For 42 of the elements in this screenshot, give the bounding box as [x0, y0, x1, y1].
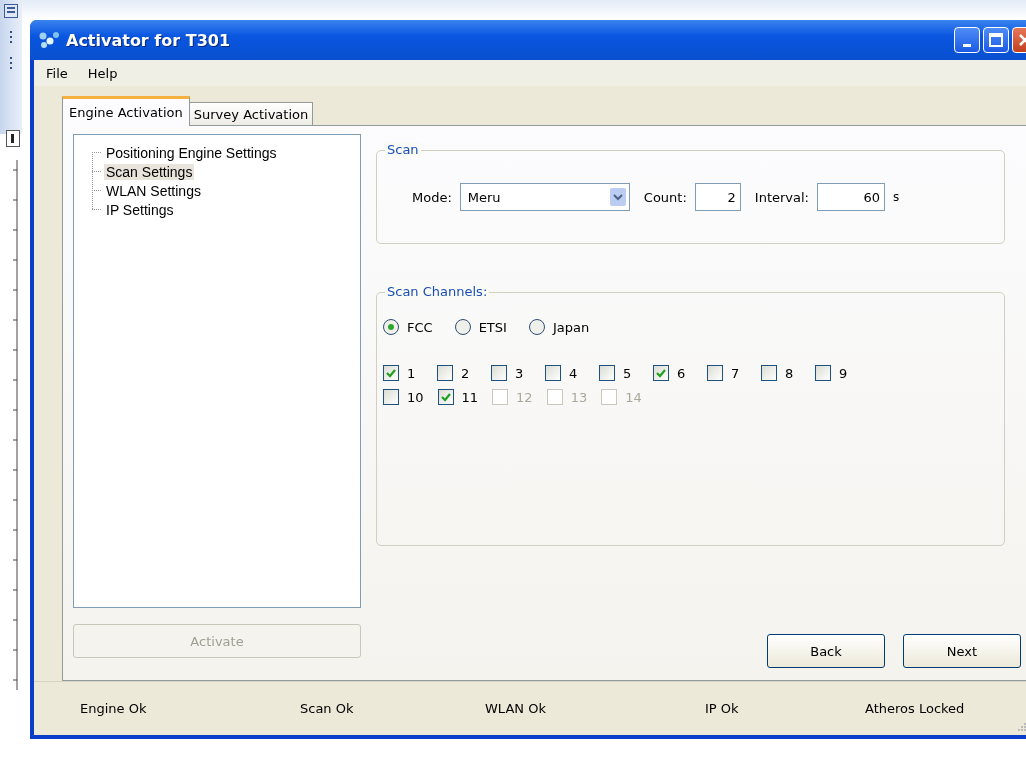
group-title: Scan	[385, 142, 421, 157]
status-text: Engine Ok	[80, 701, 147, 716]
menu-item[interactable]: File	[46, 65, 68, 81]
checkbox-label: 2	[461, 365, 470, 381]
checkbox-label: 8	[785, 365, 794, 381]
checkbox-label: 5	[623, 365, 632, 381]
nav-button[interactable]: Back	[767, 634, 885, 668]
checkbox-label: 10	[407, 389, 424, 405]
status-text: IP Ok	[705, 701, 739, 716]
radio-label: FCC	[407, 319, 433, 335]
radio-label: ETSI	[478, 319, 507, 335]
field-label: Count:	[643, 189, 687, 205]
status-text: WLAN Ok	[485, 701, 546, 716]
checkbox-label: 13	[570, 389, 588, 405]
nav-button[interactable]: Next	[903, 634, 1021, 668]
tree-item[interactable]: Scan Settings	[104, 163, 195, 180]
field-label: Mode:	[412, 189, 452, 205]
checkbox-label: 3	[515, 365, 524, 381]
checkbox-label: 12	[516, 389, 533, 405]
checkbox-label: 6	[677, 365, 686, 381]
group-title: Scan Channels:	[385, 284, 490, 299]
window-title: Activator for T301	[66, 30, 232, 50]
interval-field[interactable]: 60	[817, 183, 885, 211]
checkbox-label: 9	[839, 365, 848, 381]
tab[interactable]: Survey Activation	[188, 102, 314, 126]
unit-label: s	[893, 190, 900, 204]
tab[interactable]: Engine Activation	[62, 96, 190, 126]
checkbox-label: 11	[461, 389, 479, 405]
count-field[interactable]: 2	[694, 183, 741, 211]
checkbox-label: 7	[731, 365, 740, 381]
status-text: Atheros Locked	[865, 701, 965, 716]
radio-label: Japan	[552, 319, 590, 335]
field-label: Interval:	[754, 189, 809, 205]
checkbox-label: 4	[569, 365, 578, 381]
tree-item[interactable]: IP Settings	[104, 201, 176, 218]
tree-item[interactable]: WLAN Settings	[104, 182, 203, 199]
menu-item[interactable]: Help	[87, 65, 118, 81]
checkbox-label: 14	[625, 389, 642, 405]
status-text: Scan Ok	[300, 701, 354, 716]
tree-item[interactable]: Positioning Engine Settings	[104, 144, 279, 161]
mode-dropdown[interactable]: Meru	[459, 183, 630, 211]
checkbox-label: 1	[407, 365, 416, 381]
